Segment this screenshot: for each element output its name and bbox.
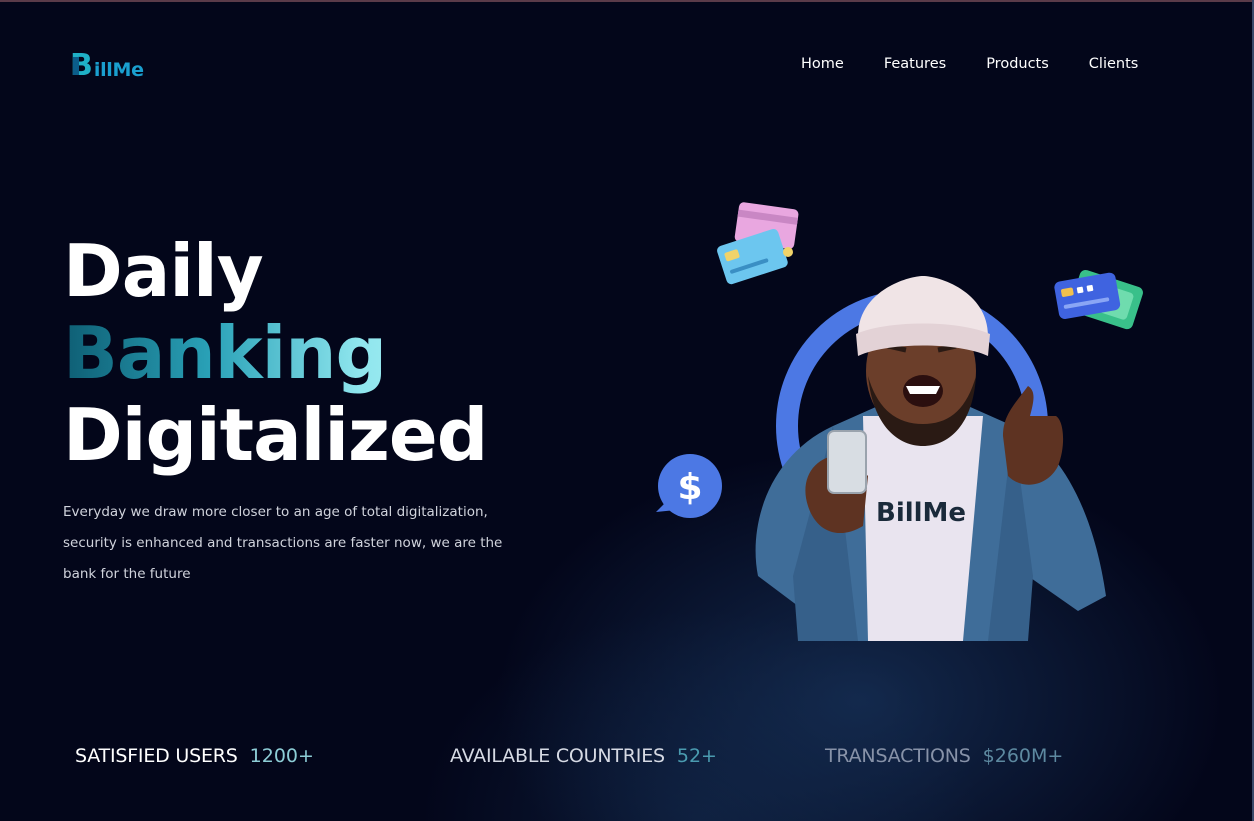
stat-satisfied-users: SATISFIED USERS 1200+ — [75, 745, 314, 767]
dollar-symbol: $ — [677, 467, 702, 508]
hero-title-line-2: Banking — [63, 312, 487, 394]
nav-features[interactable]: Features — [884, 56, 946, 72]
stat-label: AVAILABLE COUNTRIES — [450, 745, 665, 767]
stat-value: $260M+ — [982, 745, 1064, 767]
credit-cards-icon — [717, 202, 799, 285]
hero-title-line-1: Daily — [63, 229, 264, 313]
shirt-logo-text: BillMe — [876, 498, 966, 528]
logo-initial: B — [70, 48, 93, 83]
logo-text: illMe — [93, 59, 144, 81]
hero-title: Daily Banking Digitalized — [63, 229, 488, 477]
brand-logo[interactable]: B illMe — [70, 48, 144, 83]
stat-label: SATISFIED USERS — [75, 745, 238, 767]
top-border — [0, 0, 1254, 2]
nav-products[interactable]: Products — [986, 56, 1049, 72]
nav-clients[interactable]: Clients — [1089, 56, 1139, 72]
stat-transactions: TRANSACTIONS $260M+ — [825, 745, 1063, 767]
nav-home[interactable]: Home — [801, 56, 844, 72]
hero-title-line-3: Digitalized — [63, 393, 488, 477]
stat-value: 52+ — [676, 745, 717, 767]
money-card-icon — [1054, 270, 1143, 330]
stat-label: TRANSACTIONS — [825, 745, 971, 767]
main-nav: Home Features Products Clients — [801, 56, 1178, 72]
dollar-chat-bubble-icon: $ — [656, 454, 722, 518]
stat-value: 1200+ — [249, 745, 314, 767]
hero-description: Everyday we draw more closer to an age o… — [63, 504, 503, 582]
stat-available-countries: AVAILABLE COUNTRIES 52+ — [450, 745, 717, 767]
